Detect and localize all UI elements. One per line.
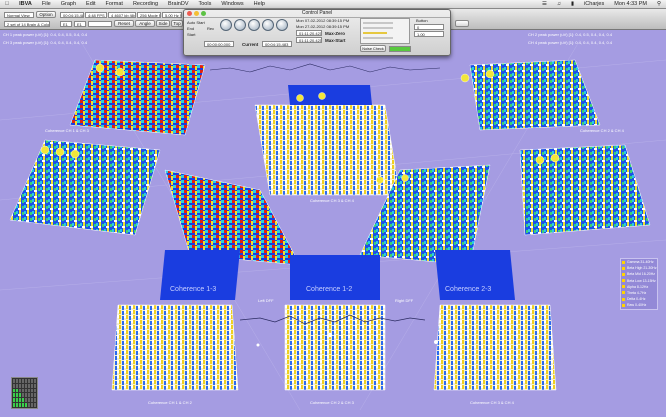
- button-label: Button: [416, 18, 428, 23]
- current-time-field[interactable]: 00:04:15.483: [262, 41, 292, 47]
- rec-label: Rec: [207, 26, 215, 31]
- minimize-icon[interactable]: [194, 11, 199, 16]
- band-coherence-1-2: [290, 255, 380, 300]
- ch1-header-label: CH 1 peak power (uV) [1]: 0.4, 0.4, 0.5,…: [3, 32, 88, 37]
- legend-item: Raw 0-40Hz: [621, 302, 657, 308]
- zoom-icon[interactable]: [201, 11, 206, 16]
- coh-ch3-ch4-label: Coherence CH 3 & CH 4: [310, 198, 354, 203]
- plot-bottom-center: [284, 304, 386, 391]
- max-zero-label: Max-Zero: [325, 31, 346, 36]
- coh-1-3-label: Coherence 1-3: [170, 286, 217, 293]
- dial-5[interactable]: [276, 19, 288, 31]
- ch2-header-label: CH 2 peak power (uV) [1]: 0.4, 0.5, 0.4,…: [528, 32, 613, 37]
- dial-1[interactable]: [220, 19, 232, 31]
- channel-levels: [360, 18, 410, 44]
- button-value-2[interactable]: 1.00: [414, 31, 444, 37]
- coh-1-2-label: Coherence 1-2: [306, 286, 353, 293]
- noise-check-button[interactable]: Noise Check: [360, 45, 386, 52]
- date-1-label: Mon 07-02-2012 08:39:15 PM: [296, 18, 350, 23]
- date-2-label: Mon 27-02-2012 08:39:15 PM: [296, 24, 350, 29]
- dial-4[interactable]: [262, 19, 274, 31]
- bottom-coh-1-label: Coherence CH 1 & CH 2: [148, 400, 192, 405]
- control-panel-window[interactable]: Control Panel Auto Start End Start Rec 0…: [183, 9, 451, 56]
- waveform-top: [209, 63, 441, 73]
- band-legend: Gamma 31-40Hz Beta High 21-30Hz Beta Mid…: [620, 258, 658, 310]
- start-label: Start: [187, 32, 196, 37]
- max-start-label: Max-Start: [325, 38, 346, 43]
- signal-level-meter: [11, 377, 38, 409]
- current-label: Current: [242, 42, 259, 47]
- auto-start-label: Auto Start: [187, 20, 205, 25]
- bottom-coh-2-label: Coherence CH 2 & CH 3: [310, 400, 354, 405]
- plot-coherence-ch1-ch3: [69, 59, 206, 136]
- start-time-field[interactable]: 00:00:00.000: [204, 41, 234, 47]
- brainwave-3d-scene: [0, 39, 666, 411]
- ch3-header-label: CH 3 peak power (uV) [1]: 0.4, 0.4, 0.4,…: [3, 40, 88, 45]
- button-value-1[interactable]: 0: [414, 24, 444, 30]
- dial-3[interactable]: [248, 19, 260, 31]
- plot-ch1-spectrum: [9, 139, 161, 236]
- bottom-coh-3-label: Coherence CH 3 & CH 4: [470, 400, 514, 405]
- max-zero-field[interactable]: 01:11:20.425: [296, 30, 322, 36]
- end-label: End: [187, 26, 195, 31]
- plot-bottom-right: [433, 304, 557, 391]
- left-dff-label: Left DFF: [258, 298, 274, 303]
- close-icon[interactable]: [187, 11, 192, 16]
- coh-ch2-ch4-label: Coherence CH 2 & CH 4: [580, 128, 624, 133]
- coh-2-3-label: Coherence 2-3: [445, 286, 492, 293]
- right-dff-label: Right DFF: [395, 298, 414, 303]
- ch4-header-label: CH 4 peak power (uV) [1]: 0.4, 0.4, 0.4,…: [528, 40, 613, 45]
- plot-bottom-left: [111, 304, 239, 391]
- coh-ch1-ch3-label: Coherence CH 1 & CH 3: [45, 128, 89, 133]
- dial-2[interactable]: [234, 19, 246, 31]
- control-panel-title: Control Panel: [184, 10, 450, 18]
- noise-indicator: [389, 46, 411, 52]
- max-start-field[interactable]: 01:11:20.425: [296, 37, 322, 43]
